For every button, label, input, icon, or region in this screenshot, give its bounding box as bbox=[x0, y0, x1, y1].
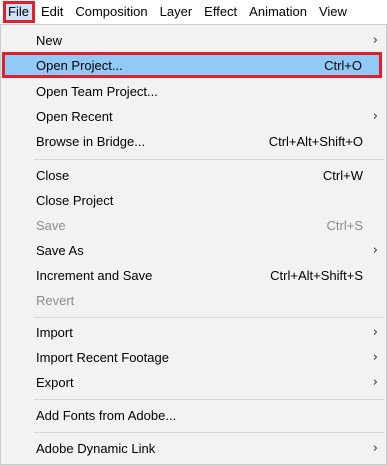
menu-separator bbox=[34, 432, 384, 433]
menu-separator bbox=[34, 317, 384, 318]
menu-item-add-fonts-from-adobe[interactable]: Add Fonts from Adobe... bbox=[36, 404, 386, 426]
menu-item-save: Save Ctrl+S bbox=[36, 214, 386, 236]
menu-item-export[interactable]: Export › bbox=[36, 371, 386, 393]
file-dropdown-menu: New › Open Project... Ctrl+O Open Team P… bbox=[0, 24, 387, 465]
menu-item-save-as[interactable]: Save As › bbox=[36, 239, 386, 261]
menu-item-revert: Revert bbox=[36, 289, 386, 311]
menu-item-import[interactable]: Import › bbox=[36, 321, 386, 343]
submenu-arrow-icon: › bbox=[372, 242, 378, 258]
menu-item-import-recent-footage[interactable]: Import Recent Footage › bbox=[36, 346, 386, 368]
menu-item-label: Revert bbox=[36, 292, 75, 308]
menu-bar: File Edit Composition Layer Effect Anima… bbox=[0, 0, 387, 24]
submenu-arrow-icon: › bbox=[372, 440, 378, 456]
menu-item-increment-and-save[interactable]: Increment and Save Ctrl+Alt+Shift+S bbox=[36, 264, 386, 286]
menu-item-label: Add Fonts from Adobe... bbox=[36, 407, 177, 423]
menu-icon-rail bbox=[1, 25, 31, 464]
menu-view[interactable]: View bbox=[313, 1, 353, 23]
menu-item-shortcut: Ctrl+O bbox=[324, 57, 362, 73]
menu-item-close-project[interactable]: Close Project bbox=[36, 189, 386, 211]
menu-file[interactable]: File bbox=[3, 1, 35, 23]
menu-animation[interactable]: Animation bbox=[243, 1, 313, 23]
menu-item-shortcut: Ctrl+W bbox=[322, 167, 363, 183]
submenu-arrow-icon: › bbox=[372, 108, 378, 124]
menu-item-label: Import Recent Footage bbox=[36, 349, 169, 365]
menu-item-label: Export bbox=[36, 374, 74, 390]
menu-item-shortcut: Ctrl+S bbox=[326, 217, 363, 233]
menu-item-label: Close Project bbox=[36, 192, 114, 208]
submenu-arrow-icon: › bbox=[372, 374, 378, 390]
menu-composition[interactable]: Composition bbox=[69, 1, 153, 23]
menu-item-label: Open Team Project... bbox=[36, 83, 158, 99]
submenu-arrow-icon: › bbox=[372, 349, 378, 365]
menu-item-close[interactable]: Close Ctrl+W bbox=[36, 164, 386, 186]
menu-item-browse-in-bridge[interactable]: Browse in Bridge... Ctrl+Alt+Shift+O bbox=[36, 130, 386, 152]
menu-item-open-team-project[interactable]: Open Team Project... bbox=[36, 80, 386, 102]
menu-item-label: New bbox=[36, 32, 63, 48]
menu-layer[interactable]: Layer bbox=[154, 1, 199, 23]
submenu-arrow-icon: › bbox=[372, 32, 378, 48]
menu-item-shortcut: Ctrl+Alt+Shift+O bbox=[268, 133, 363, 149]
menu-separator bbox=[34, 399, 384, 400]
menu-item-open-recent[interactable]: Open Recent › bbox=[36, 105, 386, 127]
menu-separator bbox=[34, 159, 384, 160]
menu-item-new[interactable]: New › bbox=[36, 29, 386, 51]
menu-item-label: Save As bbox=[36, 242, 84, 258]
menu-item-open-project[interactable]: Open Project... Ctrl+O bbox=[2, 52, 382, 78]
menu-item-shortcut: Ctrl+Alt+Shift+S bbox=[270, 267, 363, 283]
menu-item-label: Open Recent bbox=[36, 108, 113, 124]
menu-item-label: Import bbox=[36, 324, 73, 340]
menu-item-label: Adobe Dynamic Link bbox=[36, 440, 156, 456]
menu-edit[interactable]: Edit bbox=[35, 1, 69, 23]
menu-item-adobe-dynamic-link[interactable]: Adobe Dynamic Link › bbox=[36, 437, 386, 459]
submenu-arrow-icon: › bbox=[372, 324, 378, 340]
menu-effect[interactable]: Effect bbox=[198, 1, 243, 23]
